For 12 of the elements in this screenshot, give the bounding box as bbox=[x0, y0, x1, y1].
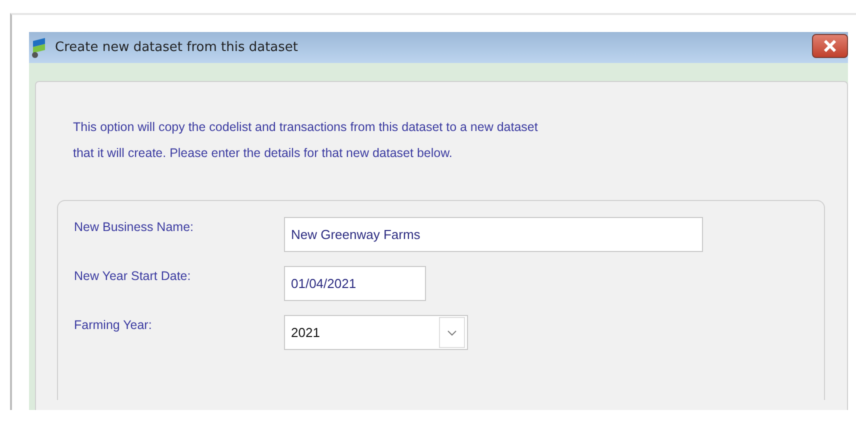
text-field[interactable]: 01/04/2021 bbox=[284, 266, 426, 301]
close-button[interactable] bbox=[812, 34, 848, 58]
intro-text: that it will create. Please enter the details for that new dataset below. bbox=[73, 146, 454, 160]
field-label: New Year Start Date: bbox=[74, 268, 192, 283]
text-field[interactable]: New Greenway Farms bbox=[284, 217, 703, 252]
field-label: Farming Year: bbox=[74, 317, 153, 332]
chevron-down-icon bbox=[447, 330, 457, 336]
window-title: Create new dataset from this dataset bbox=[55, 40, 300, 55]
field-label: New Business Name: bbox=[74, 219, 194, 234]
close-icon bbox=[823, 40, 837, 52]
intro-text: This option will copy the codelist and transactions from this dataset to a new dataset bbox=[73, 120, 539, 134]
dropdown-field[interactable]: 2021 bbox=[284, 315, 468, 350]
